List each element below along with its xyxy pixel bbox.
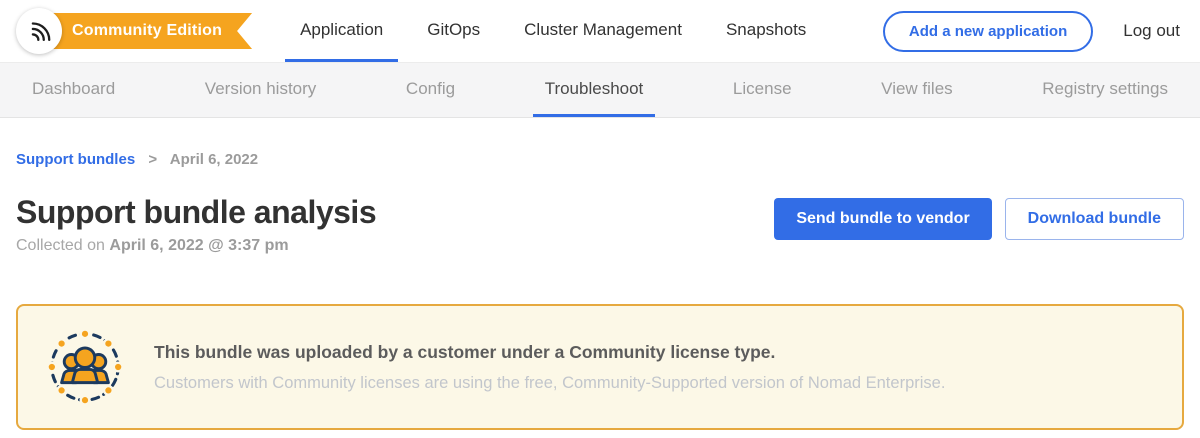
collected-value: April 6, 2022 @ 3:37 pm	[109, 237, 288, 254]
notice-text: This bundle was uploaded by a customer u…	[154, 342, 945, 393]
page-header: Support bundle analysis Collected on Apr…	[16, 195, 1184, 255]
top-nav-tabs: Application GitOps Cluster Management Sn…	[278, 0, 828, 62]
breadcrumb-current: April 6, 2022	[170, 151, 258, 168]
collected-prefix: Collected on	[16, 237, 109, 254]
tab-cluster-management[interactable]: Cluster Management	[509, 0, 697, 62]
community-edition-badge: Community Edition	[50, 13, 252, 49]
logout-link[interactable]: Log out	[1123, 21, 1180, 41]
notice-title: This bundle was uploaded by a customer u…	[154, 342, 945, 363]
subtab-config[interactable]: Config	[394, 63, 467, 117]
subtab-version-history[interactable]: Version history	[193, 63, 329, 117]
tab-snapshots[interactable]: Snapshots	[711, 0, 821, 62]
app-logo[interactable]	[16, 8, 62, 54]
subtab-dashboard[interactable]: Dashboard	[20, 63, 127, 117]
send-bundle-button[interactable]: Send bundle to vendor	[774, 198, 991, 240]
tab-gitops[interactable]: GitOps	[412, 0, 495, 62]
breadcrumb: Support bundles > April 6, 2022	[16, 151, 1184, 168]
subtab-troubleshoot[interactable]: Troubleshoot	[533, 63, 656, 117]
community-people-icon	[46, 328, 124, 406]
notice-subtitle: Customers with Community licenses are us…	[154, 374, 945, 393]
subtab-view-files[interactable]: View files	[869, 63, 965, 117]
sub-nav: Dashboard Version history Config Trouble…	[0, 62, 1200, 118]
header-actions: Send bundle to vendor Download bundle	[774, 198, 1184, 240]
community-license-notice: This bundle was uploaded by a customer u…	[16, 304, 1184, 430]
brand: Community Edition	[16, 0, 252, 62]
breadcrumb-support-bundles-link[interactable]: Support bundles	[16, 151, 135, 168]
download-bundle-button[interactable]: Download bundle	[1005, 198, 1184, 240]
tab-application[interactable]: Application	[285, 0, 398, 62]
breadcrumb-separator: >	[148, 151, 157, 168]
top-nav: Community Edition Application GitOps Clu…	[0, 0, 1200, 62]
top-nav-right: Add a new application Log out	[883, 0, 1180, 62]
page-header-left: Support bundle analysis Collected on Apr…	[16, 195, 376, 255]
collected-timestamp: Collected on April 6, 2022 @ 3:37 pm	[16, 237, 376, 255]
page-title: Support bundle analysis	[16, 195, 376, 230]
replicated-mark-icon	[24, 16, 54, 46]
subtab-registry-settings[interactable]: Registry settings	[1030, 63, 1180, 117]
main-content: Support bundles > April 6, 2022 Support …	[0, 151, 1200, 430]
subtab-license[interactable]: License	[721, 63, 804, 117]
add-application-button[interactable]: Add a new application	[883, 11, 1093, 52]
